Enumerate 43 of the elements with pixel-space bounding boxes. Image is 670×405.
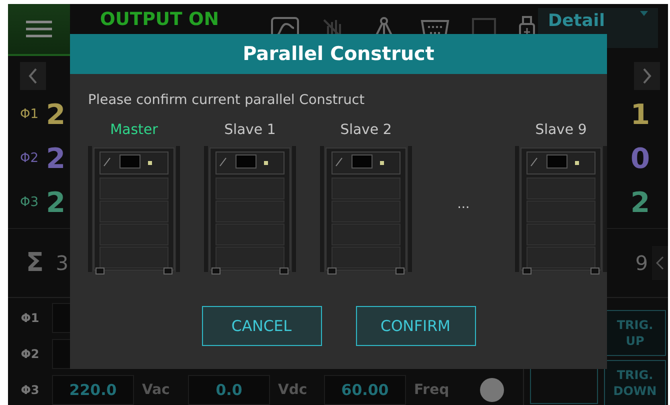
caret-icon [640, 11, 648, 16]
menu-icon [26, 20, 52, 38]
phase-label: Φ1 [20, 106, 40, 122]
unit-label: Vdc [277, 382, 308, 398]
dialog-button[interactable]: CANCEL [202, 306, 322, 346]
phase-label: Φ2 [20, 347, 40, 361]
sum-value: 3 [56, 251, 68, 275]
unit-label: Slave 1 [224, 122, 276, 138]
chevron-right-icon [642, 68, 652, 84]
input-field[interactable]: 220.0 [52, 375, 134, 405]
phase-value: 2 [630, 186, 650, 218]
unit-label: Freq [413, 382, 450, 398]
unit-label: Master [110, 122, 158, 138]
ellipsis-text: ... [456, 196, 471, 212]
input-field[interactable]: 60.00 [324, 375, 406, 405]
trigger-button[interactable]: TRIG. DOWN [604, 360, 666, 405]
phase-value: 2 [46, 142, 66, 174]
phase-value: 2 [46, 98, 66, 130]
phase-label: Φ3 [20, 383, 40, 397]
next-button[interactable] [634, 62, 660, 90]
phase-label: Φ3 [20, 194, 40, 210]
side-panel-tab[interactable] [652, 246, 668, 280]
phase-label: Φ1 [20, 311, 40, 325]
phase-value: 1 [630, 98, 650, 130]
menu-button[interactable] [8, 4, 70, 56]
dialog-title: Parallel Construct [70, 34, 607, 74]
input-field[interactable]: 0.0 [188, 375, 270, 405]
chevron-left-icon [656, 256, 664, 270]
previous-button[interactable] [20, 62, 46, 90]
phase-label: Φ2 [20, 150, 40, 166]
unit-label: Slave 9 [535, 122, 587, 138]
unit-label: Slave 2 [340, 122, 392, 138]
sum-value: 9 [635, 251, 648, 275]
trigger-button[interactable]: TRIG. UP [604, 310, 666, 356]
phase-value: 2 [46, 186, 66, 218]
phase-value: 0 [630, 142, 650, 174]
unit-label: Vac [141, 382, 171, 398]
toggle-knob[interactable] [480, 378, 504, 402]
dialog-button[interactable]: CONFIRM [356, 306, 476, 346]
dialog-message: Please confirm current parallel Construct [88, 92, 366, 108]
chevron-left-icon [28, 68, 38, 84]
sum-symbol: Σ [26, 248, 44, 278]
output-status: OUTPUT ON [100, 9, 220, 30]
